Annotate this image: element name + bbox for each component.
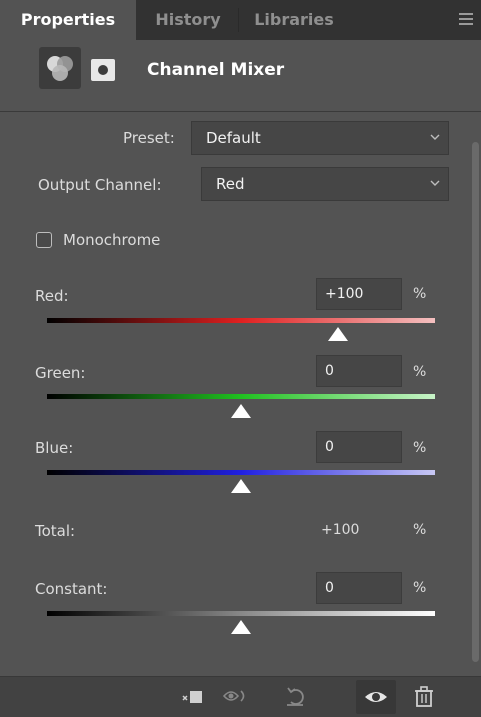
channel-mixer-icon[interactable] [39, 47, 81, 89]
scrollbar-thumb[interactable] [472, 142, 479, 662]
constant-label: Constant: [35, 580, 108, 598]
output-channel-select[interactable]: Red [201, 167, 449, 201]
blue-slider-thumb[interactable] [231, 479, 251, 493]
trash-icon[interactable] [411, 683, 437, 709]
constant-slider-track[interactable] [47, 611, 435, 616]
output-channel-value: Red [216, 175, 245, 193]
panel-menu-icon[interactable] [459, 13, 473, 27]
view-previous-state-icon[interactable] [222, 683, 248, 709]
panel-scrollbar[interactable] [470, 112, 481, 678]
red-unit: % [413, 286, 427, 302]
layer-mask-icon[interactable] [91, 59, 115, 81]
total-label: Total: [35, 522, 76, 540]
preset-label: Preset: [123, 129, 175, 147]
tab-separator [238, 8, 239, 32]
green-unit: % [413, 364, 427, 380]
output-channel-label: Output Channel: [38, 176, 162, 194]
panel-tab-bar: Properties History Libraries [0, 0, 481, 40]
panel-title: Channel Mixer [147, 60, 285, 80]
blue-label: Blue: [35, 439, 74, 457]
total-unit: % [413, 522, 427, 538]
blue-slider-track[interactable] [47, 470, 435, 475]
green-slider-thumb[interactable] [231, 404, 251, 418]
clip-to-layer-icon[interactable] [180, 684, 206, 710]
tab-libraries[interactable]: Libraries [244, 0, 344, 40]
chevron-down-icon [430, 134, 440, 140]
red-slider-thumb[interactable] [328, 327, 348, 341]
tab-history[interactable]: History [144, 0, 232, 40]
green-label: Green: [35, 364, 86, 382]
constant-unit: % [413, 580, 427, 596]
tab-properties[interactable]: Properties [0, 0, 136, 40]
blue-value-input[interactable]: 0 [316, 431, 402, 463]
constant-slider-thumb[interactable] [231, 620, 251, 634]
preset-value: Default [206, 129, 261, 147]
reset-icon[interactable] [283, 683, 309, 709]
green-slider-track[interactable] [47, 394, 435, 399]
preset-select[interactable]: Default [191, 121, 449, 155]
constant-value-input[interactable]: 0 [316, 572, 402, 604]
red-label: Red: [35, 287, 69, 305]
total-value: +100 [321, 522, 360, 538]
red-slider-track[interactable] [47, 318, 435, 323]
chevron-down-icon [430, 180, 440, 186]
header-divider [0, 111, 481, 112]
visibility-eye-icon[interactable] [363, 684, 389, 710]
monochrome-checkbox[interactable] [36, 232, 52, 248]
red-value-input[interactable]: +100 [316, 278, 402, 310]
blue-unit: % [413, 440, 427, 456]
green-value-input[interactable]: 0 [316, 355, 402, 387]
monochrome-label: Monochrome [63, 231, 161, 249]
